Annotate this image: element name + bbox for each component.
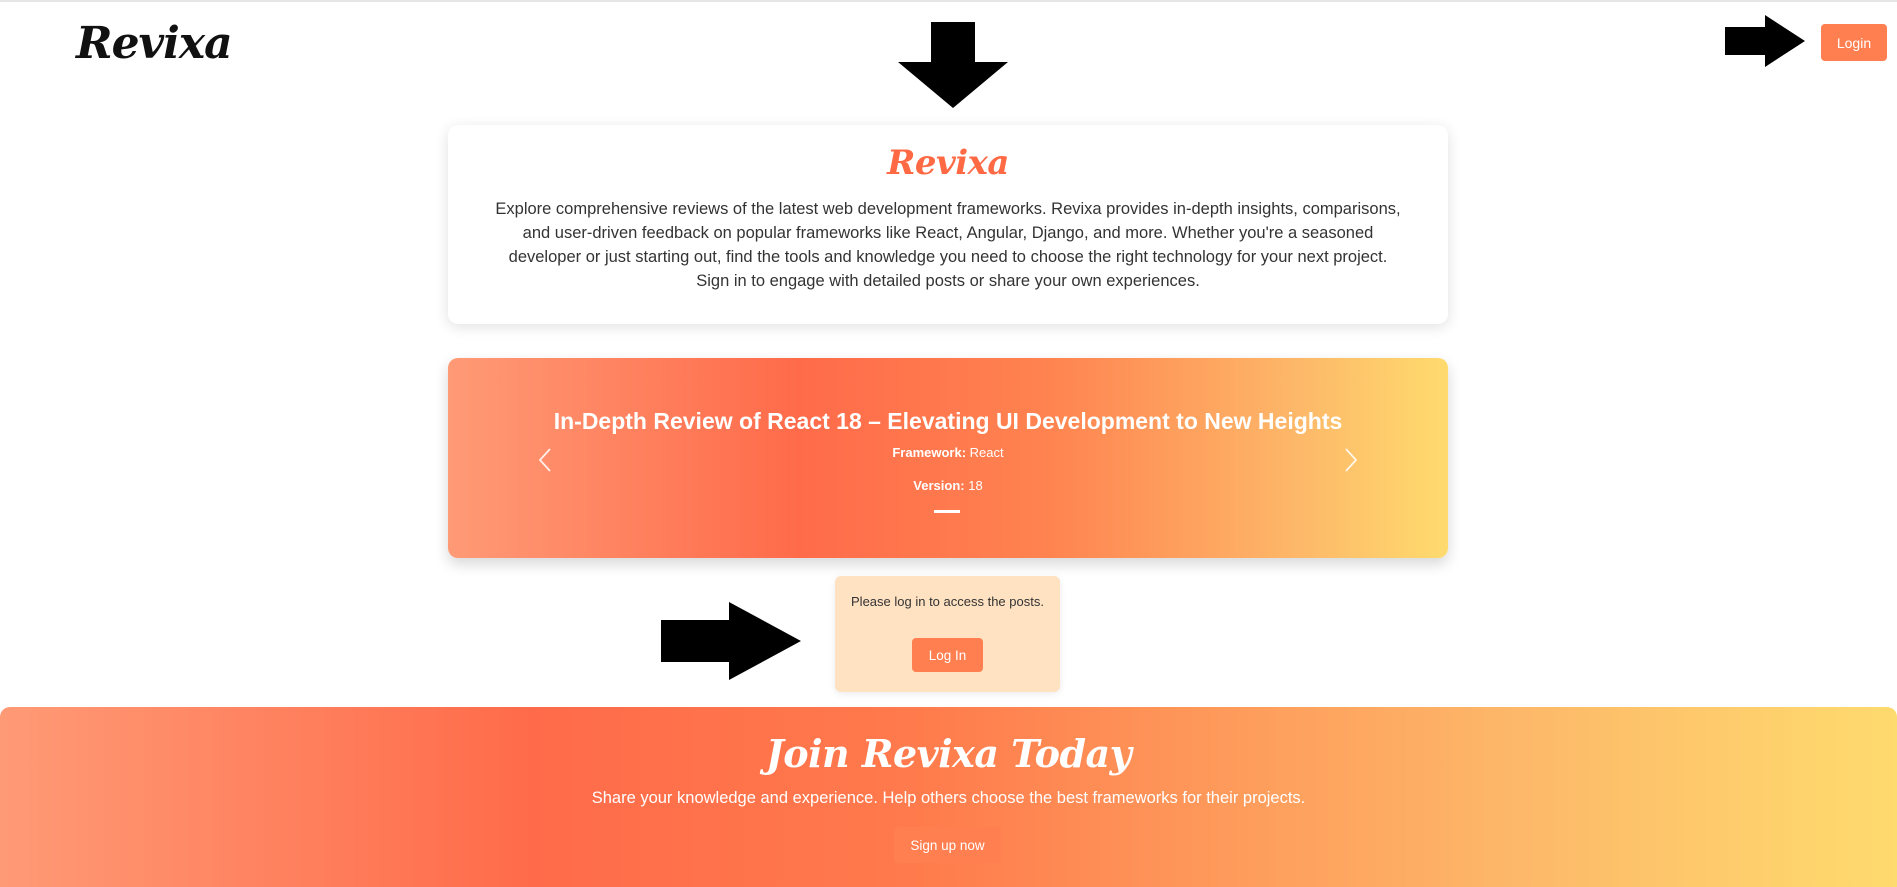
intro-card: Revixa Explore comprehensive reviews of … xyxy=(448,125,1448,324)
slide-version: Version: 18 xyxy=(448,478,1448,493)
login-notice: Please log in to access the posts. Log I… xyxy=(835,576,1060,692)
join-title: Join Revixa Today xyxy=(765,731,1132,776)
sign-up-button[interactable]: Sign up now xyxy=(894,827,1001,863)
arrow-right-icon xyxy=(1725,15,1805,67)
brand-logo[interactable]: Revixa xyxy=(76,18,233,69)
intro-title: Revixa xyxy=(887,143,1009,183)
join-banner: Join Revixa Today Share your knowledge a… xyxy=(0,707,1897,887)
arrow-down-icon xyxy=(898,22,1008,108)
slide-framework: Framework: React xyxy=(448,445,1448,460)
version-label: Version: xyxy=(913,478,965,493)
version-value: 18 xyxy=(968,478,983,493)
carousel-indicator[interactable] xyxy=(934,510,960,513)
login-button[interactable]: Login xyxy=(1821,24,1887,61)
review-carousel: In-Depth Review of React 18 – Elevating … xyxy=(448,358,1448,558)
framework-label: Framework: xyxy=(892,445,967,460)
chevron-right-icon[interactable] xyxy=(1340,446,1362,474)
join-subtitle: Share your knowledge and experience. Hel… xyxy=(591,789,1306,807)
framework-value: React xyxy=(969,445,1004,460)
log-in-button[interactable]: Log In xyxy=(912,638,983,672)
notice-text: Please log in to access the posts. xyxy=(851,594,1044,609)
arrow-right-icon xyxy=(661,602,801,680)
slide-title[interactable]: In-Depth Review of React 18 – Elevating … xyxy=(448,408,1448,435)
intro-description: Explore comprehensive reviews of the lat… xyxy=(495,200,1401,290)
top-divider xyxy=(0,0,1897,2)
